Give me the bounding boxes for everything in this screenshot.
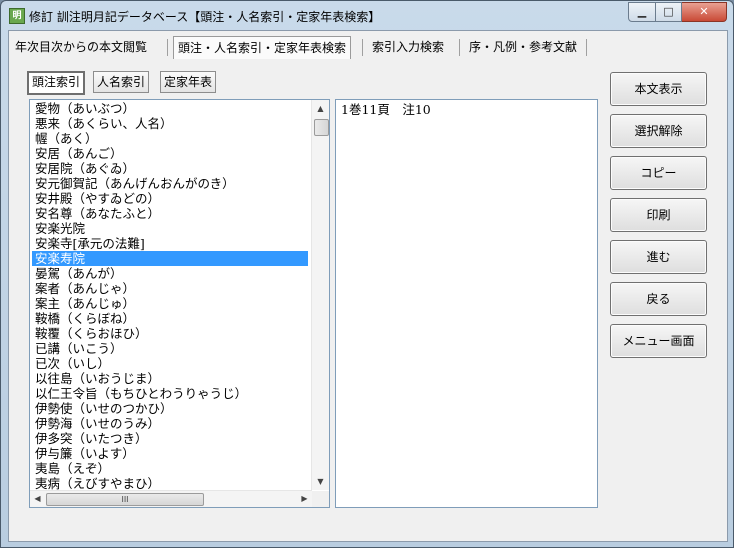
list-item[interactable]: 愛物（あいぶつ） xyxy=(32,101,308,116)
subtab-person-index[interactable]: 人名索引 xyxy=(93,71,150,93)
menu-screen-button[interactable]: メニュー画面 xyxy=(610,324,707,358)
maximize-button[interactable]: □ xyxy=(656,2,682,22)
window-title: 修訂 訓注明月記データベース【頭注・人名索引・定家年表検索】 xyxy=(29,10,381,24)
tab-preface-references[interactable]: 序・凡例・参考文献 xyxy=(469,36,577,58)
list-items: 愛物（あいぶつ） 悪来（あくらい、人名） 幄（あく） 安居（あんご） 安居院（あぐゐ）安… xyxy=(32,101,308,491)
tab-strip: 年次目次からの本文閲覧 頭注・人名索引・定家年表検索 索引入力検索 序・凡例・参… xyxy=(9,31,727,61)
print-button[interactable]: 印刷 xyxy=(610,198,707,232)
tab-separator xyxy=(362,39,363,56)
app-window: 明 修訂 訓注明月記データベース【頭注・人名索引・定家年表検索】 ▁ □ ✕ 年… xyxy=(0,0,734,548)
list-item[interactable]: 已講（いこう） xyxy=(32,341,308,356)
scroll-left-arrow-icon[interactable]: ◀ xyxy=(30,491,45,507)
tab-annotation-search[interactable]: 頭注・人名索引・定家年表検索 xyxy=(173,36,352,59)
detail-textbox[interactable]: 1巻11頁 注10 xyxy=(335,99,598,508)
list-item[interactable]: 鞍覆（くらおほひ） xyxy=(32,326,308,341)
vertical-scroll-thumb[interactable] xyxy=(314,119,329,136)
app-icon: 明 xyxy=(9,8,25,24)
horizontal-scrollbar[interactable]: ◀ III ▶ xyxy=(30,490,312,507)
scroll-down-arrow-icon[interactable]: ▼ xyxy=(312,473,329,490)
list-item[interactable]: 伊勢海（いせのうみ） xyxy=(32,416,308,431)
list-item[interactable]: 夷病（えびすやまひ） xyxy=(32,476,308,491)
subtab-teika-chronology[interactable]: 定家年表 xyxy=(160,71,217,93)
list-item[interactable]: 以往島（いおうじま） xyxy=(32,371,308,386)
list-item[interactable]: 伊勢使（いせのつかひ） xyxy=(32,401,308,416)
client-area: 年次目次からの本文閲覧 頭注・人名索引・定家年表検索 索引入力検索 序・凡例・参… xyxy=(8,30,728,542)
list-item[interactable]: 安居院（あぐゐ） xyxy=(32,161,308,176)
subtab-annotation-index[interactable]: 頭注索引 xyxy=(27,71,86,95)
title-bar[interactable]: 明 修訂 訓注明月記データベース【頭注・人名索引・定家年表検索】 ▁ □ ✕ xyxy=(1,1,733,29)
list-item[interactable]: 安楽寿院 xyxy=(32,251,308,266)
list-item[interactable]: 安名尊（あなたふと） xyxy=(32,206,308,221)
list-item[interactable]: 已次（いし） xyxy=(32,356,308,371)
tab-index-input-search[interactable]: 索引入力検索 xyxy=(372,36,444,58)
list-item[interactable]: 晏駕（あんが） xyxy=(32,266,308,281)
list-item[interactable]: 安楽寺[承元の法難] xyxy=(32,236,308,251)
list-item[interactable]: 案者（あんじゃ） xyxy=(32,281,308,296)
list-item[interactable]: 伊多突（いたつき） xyxy=(32,431,308,446)
copy-button[interactable]: コピー xyxy=(610,156,707,190)
back-button[interactable]: 戻る xyxy=(610,282,707,316)
tab-yearly-toc[interactable]: 年次目次からの本文閲覧 xyxy=(15,36,147,58)
list-item[interactable]: 幄（あく） xyxy=(32,131,308,146)
list-item[interactable]: 案主（あんじゅ） xyxy=(32,296,308,311)
list-item[interactable]: 安居（あんご） xyxy=(32,146,308,161)
scroll-corner xyxy=(312,491,329,507)
list-item[interactable]: 夷島（えぞ） xyxy=(32,461,308,476)
minimize-button[interactable]: ▁ xyxy=(628,2,656,22)
tab-separator xyxy=(586,39,587,56)
window-controls: ▁ □ ✕ xyxy=(628,2,727,22)
list-item[interactable]: 安井殿（やすゐどの） xyxy=(32,191,308,206)
list-item[interactable]: 以仁王令旨（もちひとわうりゃうじ） xyxy=(32,386,308,401)
close-button[interactable]: ✕ xyxy=(682,2,727,22)
list-item[interactable]: 悪来（あくらい、人名） xyxy=(32,116,308,131)
forward-button[interactable]: 進む xyxy=(610,240,707,274)
list-item[interactable]: 安元御賀記（あんげんおんがのき） xyxy=(32,176,308,191)
scroll-right-arrow-icon[interactable]: ▶ xyxy=(297,491,312,507)
scroll-up-arrow-icon[interactable]: ▲ xyxy=(312,100,329,117)
tab-separator xyxy=(167,39,168,56)
show-text-button[interactable]: 本文表示 xyxy=(610,72,707,106)
list-item[interactable]: 伊与簾（いよす） xyxy=(32,446,308,461)
clear-selection-button[interactable]: 選択解除 xyxy=(610,114,707,148)
annotation-listbox[interactable]: 愛物（あいぶつ） 悪来（あくらい、人名） 幄（あく） 安居（あんご） 安居院（あぐゐ）安… xyxy=(29,99,330,508)
list-item[interactable]: 安楽光院 xyxy=(32,221,308,236)
vertical-scrollbar[interactable]: ▲ ▼ xyxy=(311,100,329,490)
horizontal-scroll-thumb[interactable]: III xyxy=(46,493,204,506)
list-item[interactable]: 鞍橋（くらぼね） xyxy=(32,311,308,326)
detail-text: 1巻11頁 注10 xyxy=(341,102,431,117)
tab-separator xyxy=(459,39,460,56)
